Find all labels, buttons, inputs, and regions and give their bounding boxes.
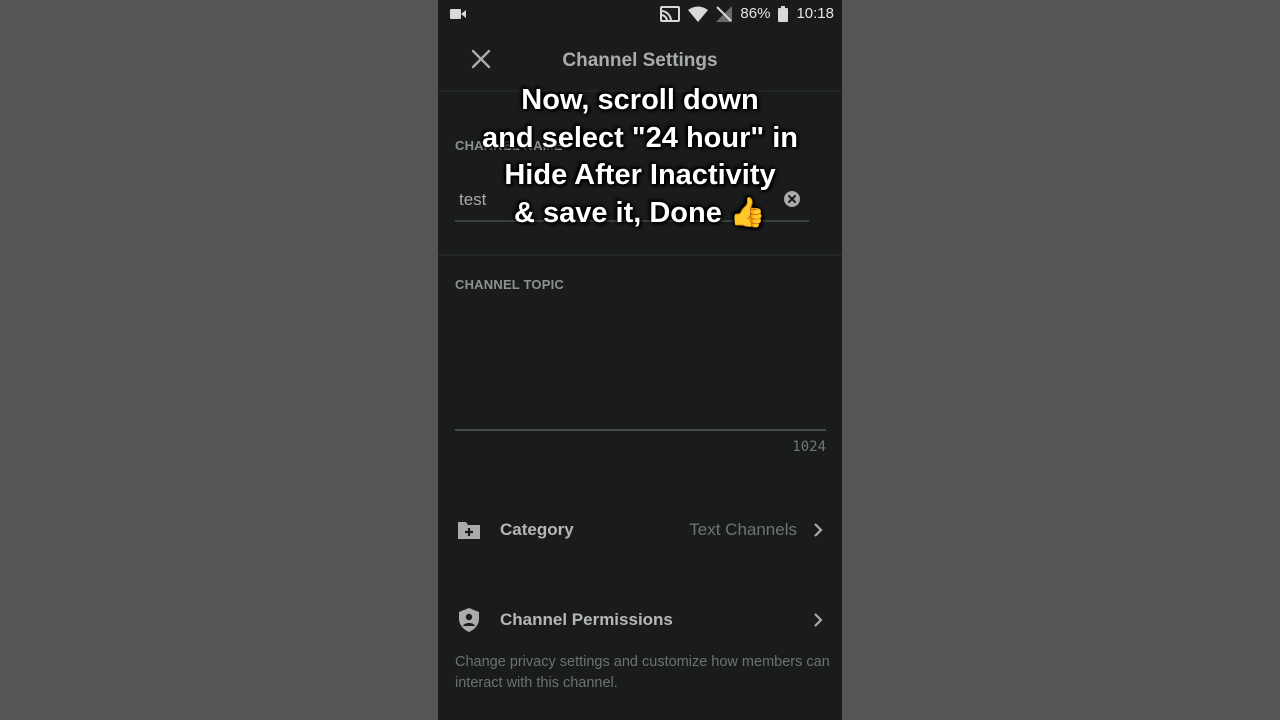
channel-permissions-label: Channel Permissions: [500, 610, 673, 629]
battery-icon: [778, 5, 789, 22]
channel-permissions-row[interactable]: Channel Permissions: [438, 597, 842, 643]
status-bar: 86% 10:18: [438, 0, 842, 28]
category-value: Text Channels: [689, 520, 797, 539]
cast-icon: [660, 5, 681, 22]
channel-topic-label: CHANNEL TOPIC: [455, 277, 565, 292]
shield-person-icon: [456, 607, 482, 633]
category-label: Category: [500, 520, 574, 539]
caption-line-1: Now, scroll down: [521, 84, 759, 116]
chevron-right-icon: [810, 611, 826, 629]
channel-topic-underline: [455, 429, 826, 431]
channel-topic-input[interactable]: [455, 300, 826, 428]
caption-line-4: & save it, Done 👍: [513, 196, 767, 229]
caption-line-3: Hide After Inactivity: [504, 159, 776, 191]
chevron-right-icon: [810, 521, 826, 539]
phone-screen: 86% 10:18 Channel Settings CHANNEL NAME …: [438, 0, 842, 720]
battery-text: 86%: [740, 5, 771, 22]
wifi-icon: [688, 6, 709, 22]
category-row[interactable]: Category Text Channels: [438, 507, 842, 553]
section-divider: [438, 254, 842, 256]
no-signal-icon: [716, 5, 733, 22]
channel-permissions-description: Change privacy settings and customize ho…: [455, 654, 830, 691]
clock: 10:18: [796, 5, 834, 22]
page-title: Channel Settings: [562, 50, 718, 71]
caption-line-2: and select "24 hour" in: [482, 121, 798, 154]
overlay-caption: Now, scroll down and select "24 hour" in…: [438, 82, 842, 232]
topic-char-limit: 1024: [792, 439, 826, 455]
folder-plus-icon: [456, 517, 482, 543]
video-camera-icon: [450, 7, 466, 24]
